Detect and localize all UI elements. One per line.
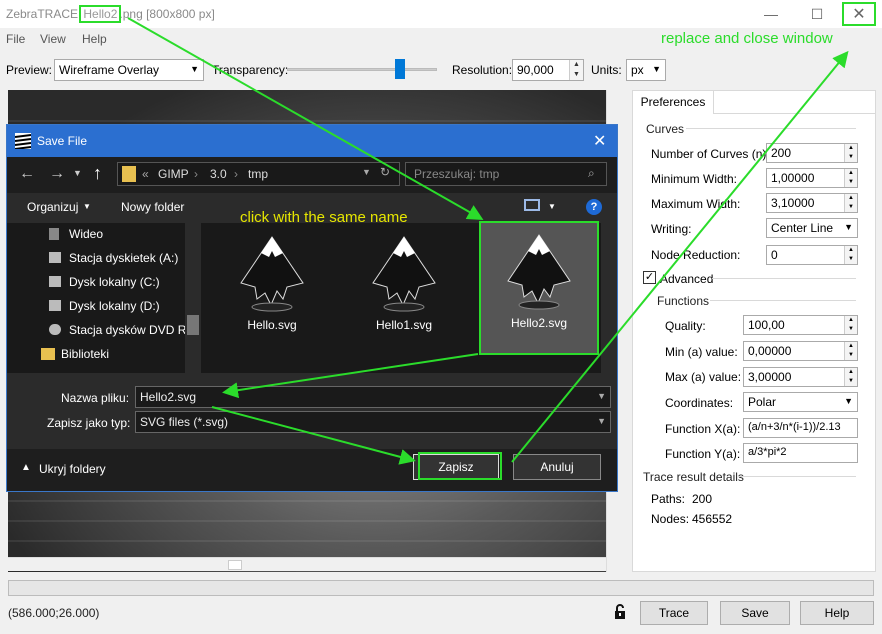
arrow-file-to-name (222, 353, 479, 399)
annotation-arrows (127, 17, 849, 465)
arrow-save-to-close (511, 50, 849, 463)
arrow-title-to-file (127, 17, 484, 220)
arrow-name-to-save (211, 406, 416, 465)
